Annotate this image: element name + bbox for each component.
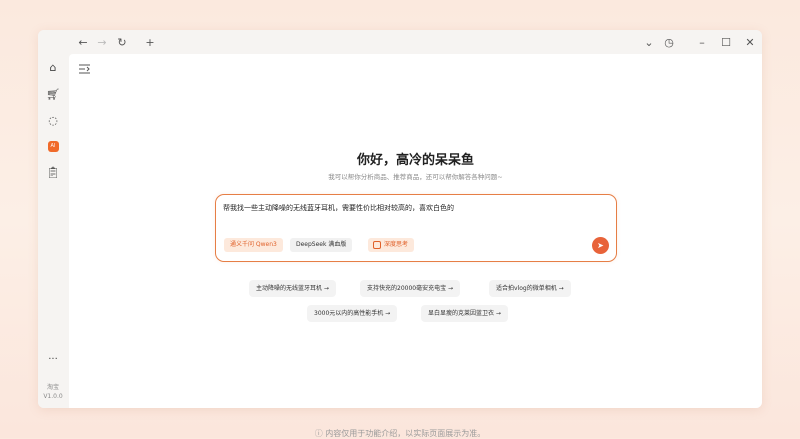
greeting-title: 你好，高冷的呆呆鱼: [356, 153, 474, 168]
clipboard-icon[interactable]: 📋︎: [45, 164, 61, 180]
main-content: 你好，高冷的呆呆鱼 我可以帮你分析商品、推荐商品，还可以帮你解答各种问题~ 帮我…: [69, 54, 762, 408]
app-version: V1.0.0: [43, 393, 63, 400]
suggestion-chip[interactable]: 主动降噪的无线蓝牙耳机 →: [249, 280, 336, 297]
cart-icon[interactable]: 🛒︎: [45, 86, 61, 102]
back-icon[interactable]: ←: [75, 34, 91, 50]
close-icon[interactable]: ✕: [742, 34, 758, 50]
ai-icon[interactable]: AI: [45, 138, 61, 154]
deep-think-toggle[interactable]: 深度思考: [368, 238, 415, 252]
minimize-icon[interactable]: –: [694, 34, 710, 50]
refresh-icon[interactable]: ↻: [114, 34, 130, 50]
disclaimer-note: ⓘ 内容仅用于功能介绍，以实际页面展示为准。: [314, 429, 486, 438]
title-bar: ← → ↻ + ⌄ ◷ – ☐ ✕: [38, 30, 762, 54]
greeting-subtitle: 我可以帮你分析商品、推荐商品，还可以帮你解答各种问题~: [328, 173, 503, 181]
chat-input-box[interactable]: 帮我找一些主动降噪的无线蓝牙耳机，需要性价比相对较高的，喜欢白色的 通义千问 Q…: [215, 194, 617, 262]
app-name: 淘宝: [46, 384, 59, 391]
send-button[interactable]: ➤: [592, 237, 609, 254]
model-chip-qwen[interactable]: 通义千问 Qwen3: [224, 238, 283, 252]
deep-think-label: 深度思考: [384, 241, 409, 248]
clock-icon[interactable]: ◷: [661, 34, 677, 50]
sidebar: ⌂ 🛒︎ ◌ AI 📋︎ ··· 淘宝 V1.0.0: [38, 54, 68, 408]
app-window: ← → ↻ + ⌄ ◷ – ☐ ✕ ⌂ 🛒︎ ◌ AI 📋︎ ··· 淘宝 V1…: [38, 30, 762, 408]
suggestion-chip[interactable]: 支持快充的20000毫安充电宝 →: [360, 280, 461, 297]
deep-think-icon: [373, 241, 381, 249]
suggestion-chip[interactable]: 适合拍vlog的微单相机 →: [489, 280, 571, 297]
suggestion-chip[interactable]: 3000元以内的高性能手机 →: [307, 305, 398, 322]
chat-input[interactable]: 帮我找一些主动降噪的无线蓝牙耳机，需要性价比相对较高的，喜欢白色的: [223, 203, 454, 213]
ai-badge: AI: [47, 140, 59, 152]
new-tab-plus-icon[interactable]: +: [142, 34, 158, 50]
chevron-down-icon[interactable]: ⌄: [641, 34, 657, 50]
chat-icon[interactable]: ◌: [45, 112, 61, 128]
model-chip-deepseek[interactable]: DeepSeek 满血版: [290, 238, 353, 252]
more-icon[interactable]: ···: [45, 351, 61, 367]
maximize-icon[interactable]: ☐: [718, 34, 734, 50]
home-icon[interactable]: ⌂: [45, 59, 61, 75]
forward-icon[interactable]: →: [94, 34, 110, 50]
suggestion-chip[interactable]: 显白显瘦的克莱因蓝卫衣 →: [421, 305, 508, 322]
sidebar-toggle-icon[interactable]: [79, 64, 93, 76]
send-icon: ➤: [597, 241, 604, 250]
